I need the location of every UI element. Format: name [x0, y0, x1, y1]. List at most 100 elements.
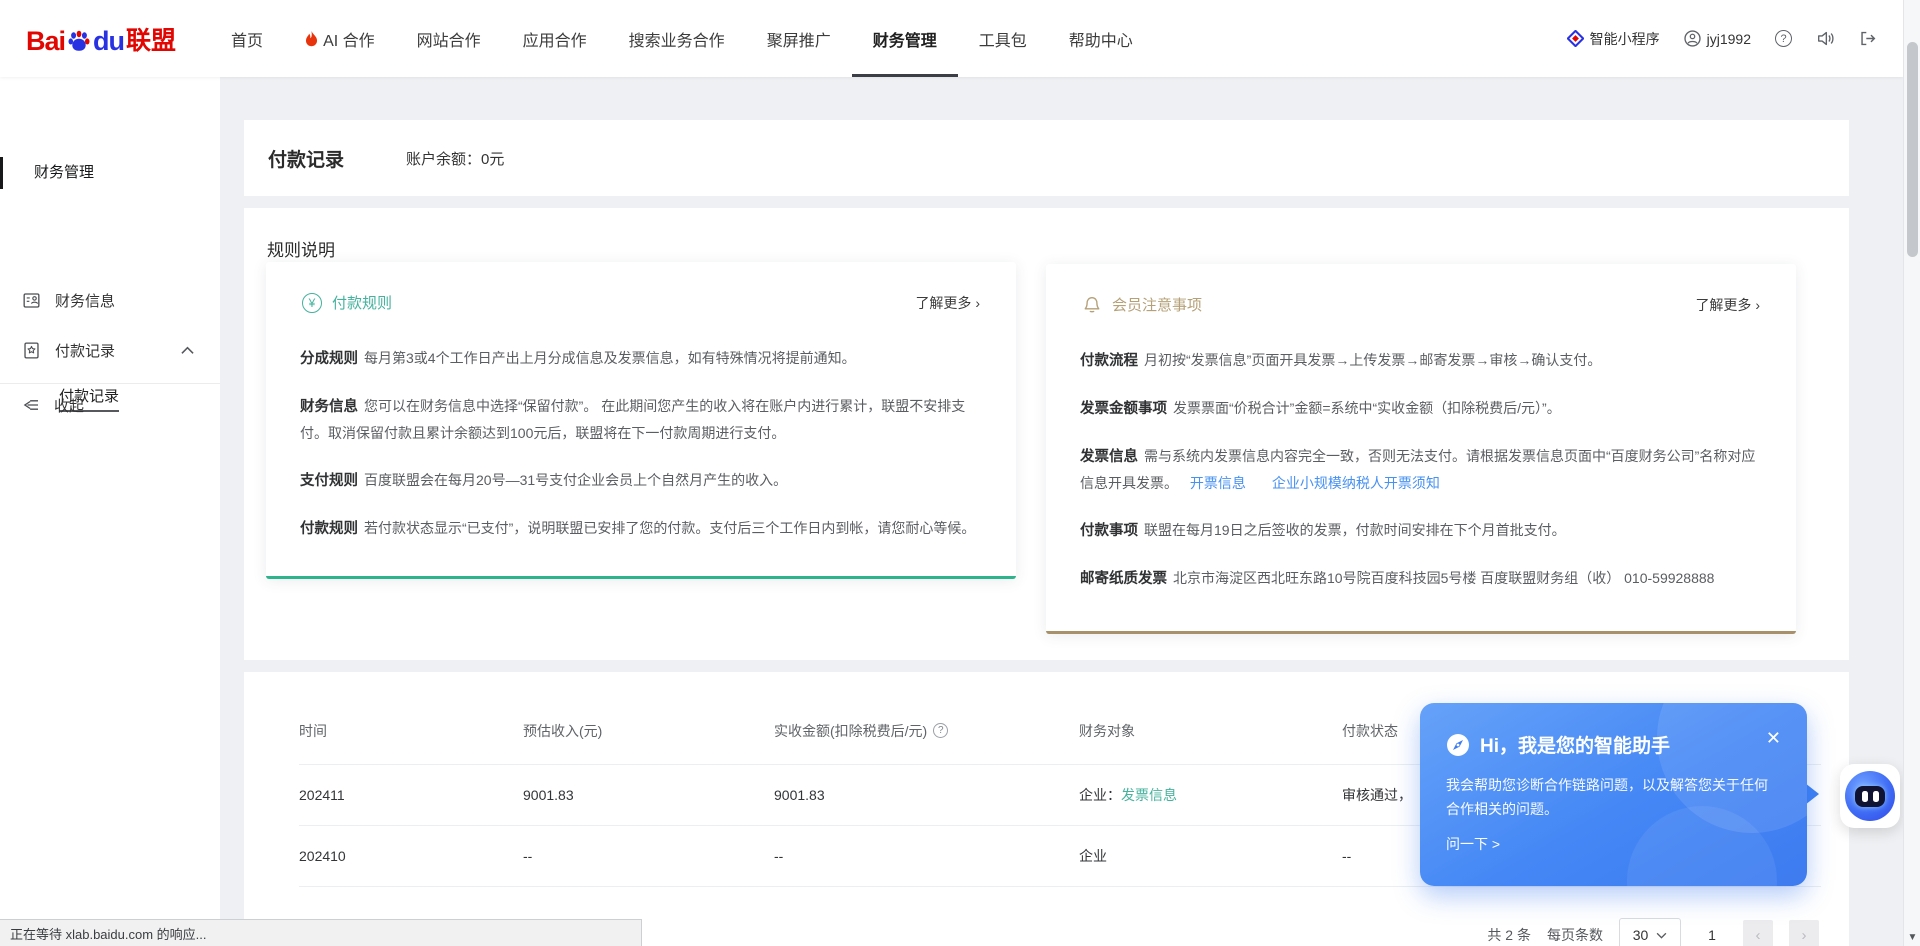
nav-finance-management[interactable]: 财务管理 — [852, 0, 958, 77]
browser-status-bar: 正在等待 xlab.baidu.com 的响应... — [0, 919, 642, 946]
nav-screen-promotion[interactable]: 聚屏推广 — [746, 0, 852, 77]
rule-item: 付款规则若付款状态显示“已支付”，说明联盟已安排了您的付款。支付后三个工作日内到… — [300, 515, 982, 542]
pagination: 共 2 条 每页条数 30 1 ‹ › — [1487, 918, 1819, 946]
yen-circle-icon: ¥ — [302, 293, 322, 313]
rule-item: 发票信息需与系统内发票信息内容完全一致，否则无法支付。请根据发票信息页面中“百度… — [1080, 443, 1762, 496]
top-navbar: Bai du 联盟 首页 AI 合作 — [0, 0, 1903, 77]
page-number[interactable]: 1 — [1697, 920, 1727, 946]
invoice-info-row-link[interactable]: 发票信息 — [1121, 787, 1177, 803]
sidebar-item-payment-records[interactable]: 付款记录 — [0, 334, 220, 366]
payment-rules-header: ¥ 付款规则 了解更多 › — [266, 262, 1016, 313]
member-notes-card: 会员注意事项 了解更多 › 付款流程月初按“发票信息”页面开具发票→上传发票→邮… — [1046, 264, 1796, 634]
assistant-popup: Hi，我是您的智能助手 ✕ 我会帮助您诊断合作链路问题，以及解答您关于任何合作相… — [1420, 703, 1807, 886]
topbar-right-cluster: 智能小程序 jyj1992 ? — [1567, 29, 1877, 49]
miniprogram-entry[interactable]: 智能小程序 — [1567, 29, 1660, 49]
prev-page-button[interactable]: ‹ — [1743, 920, 1773, 946]
sidebar-divider — [0, 383, 220, 384]
cell-target: 企业：发票信息 — [1079, 785, 1342, 805]
next-page-button[interactable]: › — [1789, 920, 1819, 946]
compass-icon — [1446, 733, 1470, 757]
invoice-info-link[interactable]: 开票信息 — [1190, 475, 1246, 491]
nav-help-center[interactable]: 帮助中心 — [1048, 0, 1154, 77]
col-time: 时间 — [299, 721, 523, 741]
logo-text-bai: Bai — [26, 26, 65, 57]
app-window: Bai du 联盟 首页 AI 合作 — [0, 0, 1920, 946]
rule-item: 付款流程月初按“发票信息”页面开具发票→上传发票→邮寄发票→审核→确认支付。 — [1080, 347, 1762, 374]
cell-time: 202411 — [299, 787, 523, 803]
nav-home[interactable]: 首页 — [210, 0, 284, 77]
id-card-icon — [22, 291, 41, 310]
scrollbar-down-arrow[interactable]: ▼ — [1904, 932, 1920, 943]
rule-item: 邮寄纸质发票北京市海淀区西北旺东路10号院百度科技园5号楼 百度联盟财务组（收）… — [1080, 565, 1762, 592]
bell-icon — [1082, 295, 1102, 315]
collapse-arrow-icon — [22, 398, 40, 412]
flame-icon — [305, 31, 318, 47]
page-header-card: 付款记录 账户余额：0元 — [244, 120, 1849, 196]
sidebar: 财务管理 财务信息 付款记录 付款记录 收起 — [0, 77, 220, 946]
cell-time: 202410 — [299, 848, 523, 864]
chevron-up-icon[interactable] — [181, 346, 194, 355]
robot-avatar — [1845, 771, 1895, 821]
col-target: 财务对象 — [1079, 721, 1342, 741]
logo-text-du: du — [93, 26, 124, 57]
help-icon[interactable]: ? — [1775, 30, 1792, 47]
member-notes-learn-more-link[interactable]: 了解更多 › — [1695, 295, 1760, 315]
sidebar-collapse-button[interactable]: 收起 — [0, 390, 220, 420]
main-nav: 首页 AI 合作 网站合作 应用合作 搜索业务合作 聚屏推广 财务管理 工具包 … — [210, 0, 1154, 77]
paw-icon — [66, 29, 92, 55]
ask-now-link[interactable]: 问一下 > — [1446, 834, 1781, 854]
rules-section-card: 规则说明 ¥ 付款规则 了解更多 › 分成规则每月第3或4个工作日产出上月分成信… — [244, 208, 1849, 660]
rule-item: 付款事项联盟在每月19日之后签收的发票，付款时间安排在下个月首批支付。 — [1080, 517, 1762, 544]
sidebar-section-title: 财务管理 — [0, 157, 220, 189]
miniprogram-diamond-icon — [1567, 30, 1584, 47]
nav-toolkit[interactable]: 工具包 — [958, 0, 1048, 77]
nav-ai-cooperation[interactable]: AI 合作 — [284, 0, 396, 77]
member-notes-body: 付款流程月初按“发票信息”页面开具发票→上传发票→邮寄发票→审核→确认支付。 发… — [1046, 347, 1796, 592]
rules-section-title: 规则说明 — [244, 208, 1849, 261]
logout-icon[interactable] — [1859, 30, 1877, 47]
payment-rules-title: 付款规则 — [332, 292, 392, 313]
per-page-select[interactable]: 30 — [1619, 918, 1681, 946]
cell-target: 企业 — [1079, 846, 1342, 866]
member-notes-title: 会员注意事项 — [1112, 294, 1202, 315]
rule-item: 支付规则百度联盟会在每月20号—31号支付企业会员上个自然月产生的收入。 — [300, 467, 982, 494]
account-balance: 账户余额：0元 — [406, 148, 504, 169]
cell-estimated: -- — [523, 848, 774, 864]
scrollbar-thumb[interactable] — [1907, 42, 1918, 257]
assistant-title: Hi，我是您的智能助手 — [1480, 731, 1670, 758]
account-balance-value: 0元 — [481, 151, 504, 168]
rule-item: 财务信息您可以在财务信息中选择“保留付款”。 在此期间您产生的收入将在账户内进行… — [300, 393, 982, 446]
badge-star-icon — [22, 341, 41, 360]
col-estimated: 预估收入(元) — [523, 721, 774, 741]
assistant-message: 我会帮助您诊断合作链路问题，以及解答您关于任何合作相关的问题。 — [1446, 773, 1781, 821]
rule-item: 分成规则每月第3或4个工作日产出上月分成信息及发票信息，如有特殊情况将提前通知。 — [300, 345, 982, 372]
per-page-label: 每页条数 — [1547, 925, 1603, 945]
small-taxpayer-notice-link[interactable]: 企业小规模纳税人开票须知 — [1272, 475, 1440, 491]
assistant-header: Hi，我是您的智能助手 — [1420, 703, 1807, 758]
col-actual: 实收金额(扣除税费后/元) ? — [774, 721, 1079, 741]
cell-actual: 9001.83 — [774, 787, 1079, 803]
help-tooltip-icon[interactable]: ? — [933, 723, 948, 738]
cell-actual: -- — [774, 848, 1079, 864]
close-icon[interactable]: ✕ — [1766, 729, 1781, 747]
cell-estimated: 9001.83 — [523, 787, 774, 803]
logo-text-union: 联盟 — [126, 21, 176, 57]
chevron-down-icon — [1656, 932, 1667, 939]
total-count: 共 2 条 — [1487, 925, 1531, 945]
sidebar-item-finance-info[interactable]: 财务信息 — [0, 284, 220, 316]
assistant-popup-arrow — [1805, 783, 1819, 805]
nav-search-cooperation[interactable]: 搜索业务合作 — [608, 0, 746, 77]
payment-rules-body: 分成规则每月第3或4个工作日产出上月分成信息及发票信息，如有特殊情况将提前通知。… — [266, 345, 1016, 542]
vertical-scrollbar[interactable]: ▼ — [1903, 0, 1920, 946]
nav-website-cooperation[interactable]: 网站合作 — [396, 0, 502, 77]
payment-rules-card: ¥ 付款规则 了解更多 › 分成规则每月第3或4个工作日产出上月分成信息及发票信… — [266, 262, 1016, 579]
user-account[interactable]: jyj1992 — [1684, 30, 1751, 47]
nav-app-cooperation[interactable]: 应用合作 — [502, 0, 608, 77]
page-title: 付款记录 — [268, 145, 344, 172]
assistant-robot-button[interactable] — [1840, 764, 1900, 828]
user-icon — [1684, 30, 1701, 47]
baidu-union-logo[interactable]: Bai du 联盟 — [26, 21, 176, 57]
sound-icon[interactable] — [1816, 30, 1835, 47]
member-notes-header: 会员注意事项 了解更多 › — [1046, 264, 1796, 315]
payment-rules-learn-more-link[interactable]: 了解更多 › — [915, 293, 980, 313]
